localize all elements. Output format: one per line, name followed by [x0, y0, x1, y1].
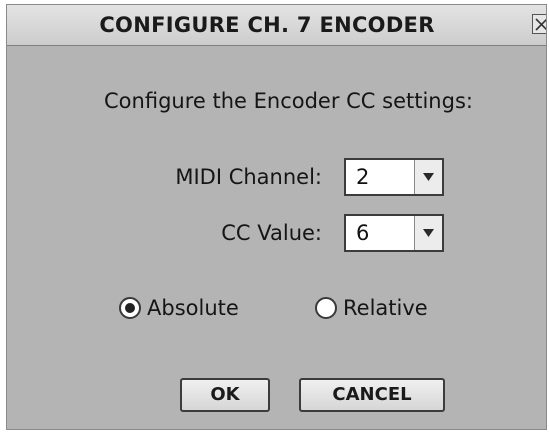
chevron-down-icon — [423, 229, 434, 237]
configure-encoder-dialog: CONFIGURE CH. 7 ENCODER Configure the En… — [6, 4, 547, 430]
close-icon — [533, 15, 546, 33]
midi-channel-dropdown-button[interactable] — [414, 160, 442, 194]
chevron-down-icon — [423, 173, 434, 181]
radio-relative-circle[interactable] — [315, 297, 337, 319]
radio-relative[interactable]: Relative — [315, 295, 465, 321]
dialog-title: CONFIGURE CH. 7 ENCODER — [99, 13, 435, 37]
radio-absolute-circle[interactable] — [119, 297, 141, 319]
ok-button[interactable]: OK — [180, 378, 270, 412]
midi-channel-label: MIDI Channel: — [175, 165, 322, 189]
cc-value-dropdown-button[interactable] — [414, 216, 442, 250]
midi-channel-value: 2 — [356, 165, 370, 189]
dialog-titlebar[interactable]: CONFIGURE CH. 7 ENCODER — [7, 5, 546, 46]
midi-channel-select[interactable]: 2 — [344, 158, 444, 196]
radio-absolute[interactable]: Absolute — [119, 295, 279, 321]
radio-selected-dot — [125, 303, 135, 313]
cc-value-label: CC Value: — [221, 221, 322, 245]
cc-value-value: 6 — [356, 221, 370, 245]
close-button[interactable] — [532, 14, 546, 34]
cc-value-select[interactable]: 6 — [344, 214, 444, 252]
cancel-button[interactable]: CANCEL — [299, 378, 445, 412]
radio-relative-label: Relative — [343, 296, 428, 320]
dialog-prompt: Configure the Encoder CC settings: — [104, 89, 473, 113]
radio-absolute-label: Absolute — [147, 296, 239, 320]
